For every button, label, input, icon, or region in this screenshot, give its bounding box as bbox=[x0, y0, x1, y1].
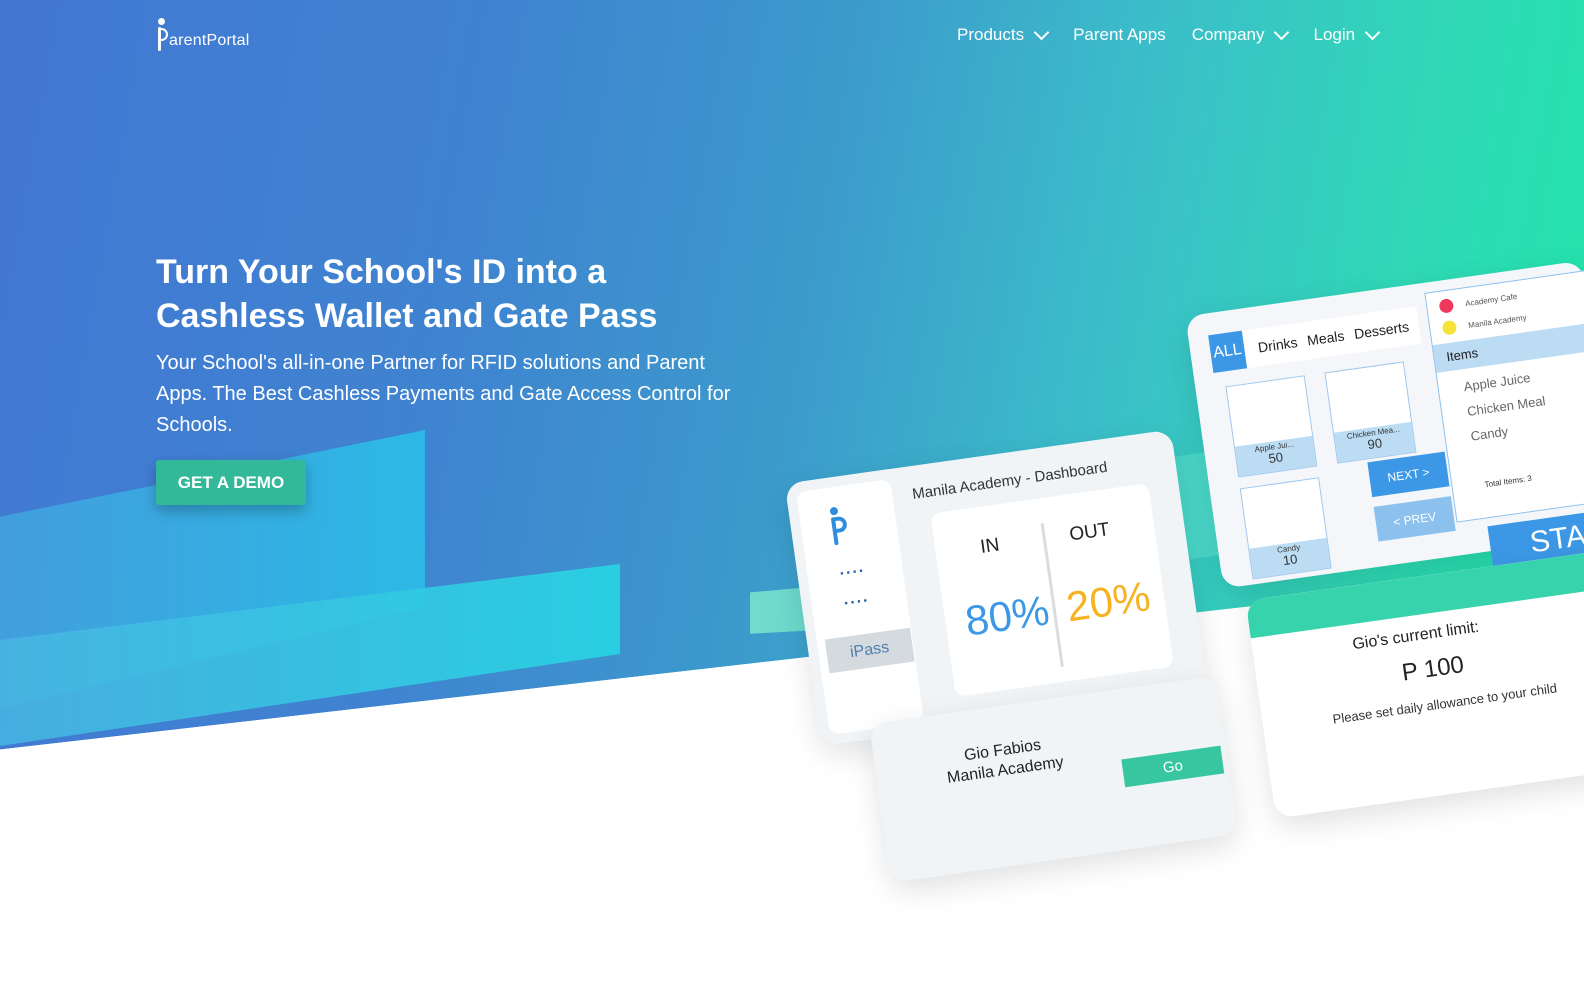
yellow-dot-icon bbox=[1441, 319, 1458, 336]
in-out-panel: IN 80% OUT 20% bbox=[930, 483, 1174, 697]
out-value: 20% bbox=[1063, 572, 1154, 631]
dashboard-sidebar: .... .... iPass bbox=[795, 479, 925, 735]
product-tile: Apple Jui... 50 bbox=[1225, 375, 1318, 478]
app-mockup-illustration: .... .... iPass Manila Academy - Dashboa… bbox=[0, 0, 1584, 939]
tab-all: ALL bbox=[1208, 330, 1247, 373]
logo-text: arentPortal bbox=[169, 32, 250, 49]
limit-title: Gio's current limit: bbox=[1351, 618, 1481, 654]
parentportal-logo[interactable]: arentPortal bbox=[156, 18, 249, 52]
menu-dots: .... bbox=[838, 558, 866, 579]
next-button: NEXT > bbox=[1367, 451, 1450, 498]
tab-drinks: Drinks bbox=[1256, 334, 1299, 356]
tile-price: 50 bbox=[1267, 449, 1285, 467]
menu-dots: .... bbox=[842, 588, 871, 609]
ipass-menu-item: iPass bbox=[824, 627, 915, 674]
product-tile: Candy 10 bbox=[1239, 477, 1332, 580]
go-button: Go bbox=[1121, 745, 1225, 788]
prev-button: < PREV bbox=[1373, 496, 1456, 542]
in-value: 80% bbox=[962, 586, 1053, 645]
tile-price: 10 bbox=[1281, 551, 1299, 569]
pos-card: ALL Drinks Meals Desserts Apple Jui... 50… bbox=[1185, 260, 1584, 589]
tab-meals: Meals bbox=[1306, 327, 1346, 349]
product-tile: Chicken Mea... 90 bbox=[1324, 361, 1417, 464]
out-label: OUT bbox=[1068, 519, 1111, 546]
limit-note: Please set daily allowance to your child bbox=[1331, 680, 1558, 727]
in-label: IN bbox=[978, 534, 1001, 558]
parentportal-logo-icon bbox=[826, 505, 853, 546]
legend-label: Academy Cafe bbox=[1464, 291, 1518, 308]
logo-icon bbox=[156, 18, 168, 52]
legend-label: Manila Academy bbox=[1467, 312, 1527, 330]
allowance-limit-card: Gio's current limit: P 100 Please set da… bbox=[1245, 550, 1584, 819]
red-dot-icon bbox=[1438, 298, 1455, 314]
tab-desserts: Desserts bbox=[1353, 318, 1410, 342]
student-name: Gio Fabios Manila Academy bbox=[943, 733, 1065, 789]
limit-value: P 100 bbox=[1400, 651, 1466, 687]
total-items: Total Items: 3 bbox=[1484, 473, 1533, 490]
